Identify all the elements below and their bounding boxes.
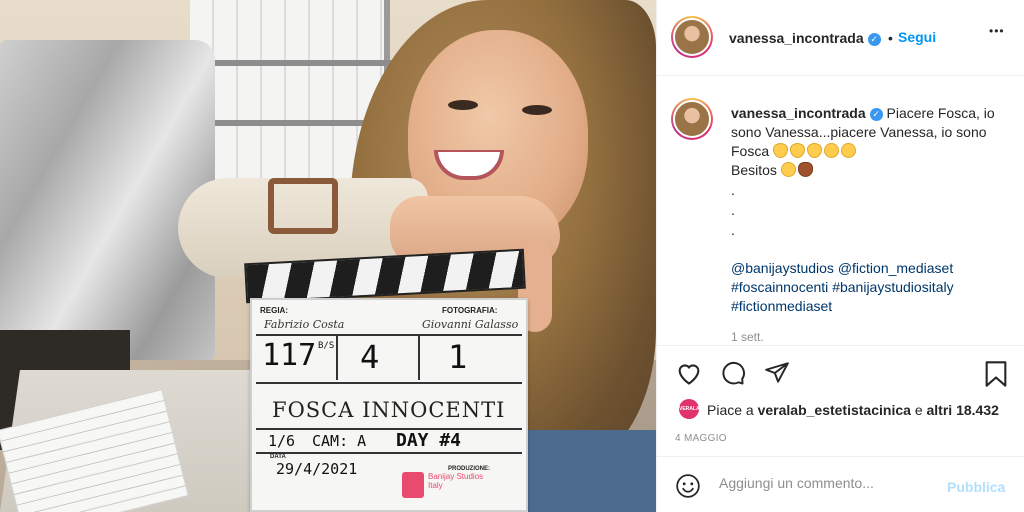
caption-avatar[interactable] — [671, 98, 713, 140]
comment-bar: Pubblica — [657, 456, 1024, 512]
author-username[interactable]: vanessa_incontrada ✓ — [729, 30, 881, 46]
liker-avatar[interactable]: VERALAB — [679, 399, 703, 419]
clap-photographer: Giovanni Galasso — [422, 318, 519, 331]
clap-divider — [336, 336, 338, 380]
clap-cam: CAM: A — [312, 432, 367, 450]
caption-dot: . — [731, 182, 735, 198]
caption-time[interactable]: 1 sett. — [731, 330, 764, 344]
yellow-heart-emoji — [773, 143, 789, 158]
liker-username[interactable]: veralab_estetistacinica — [758, 402, 911, 418]
publish-button[interactable]: Pubblica — [947, 479, 1005, 495]
banijay-logo — [402, 472, 424, 498]
likes-summary: Piace a veralab_estetistacinica e altri … — [707, 402, 999, 418]
clap-divider — [418, 336, 420, 380]
jeans — [520, 430, 656, 512]
clapperboard: REGIA: FOTOGRAFIA: Fabrizio Costa Giovan… — [250, 298, 528, 512]
sleeve-strap — [268, 178, 338, 234]
header-separator: • — [888, 30, 893, 46]
clap-regia-label: REGIA: — [260, 306, 288, 315]
caption-line2-row: Besitos — [731, 161, 1011, 180]
clap-divider — [256, 334, 522, 336]
verified-icon: ✓ — [869, 107, 883, 121]
eye — [448, 100, 478, 110]
likes-middle: e — [914, 402, 923, 418]
smiling-emoji — [780, 162, 796, 177]
yellow-heart-emoji — [807, 143, 823, 158]
clap-scene: 117 — [262, 338, 317, 373]
covered-equipment — [0, 40, 215, 360]
clap-divider — [256, 382, 522, 384]
post-photo[interactable]: REGIA: FOTOGRAFIA: Fabrizio Costa Giovan… — [0, 0, 656, 512]
butterfly-emoji — [797, 162, 813, 177]
heart-icon[interactable] — [675, 360, 703, 391]
eye — [522, 105, 552, 115]
caption-dot: . — [731, 222, 735, 238]
clap-day: DAY #4 — [396, 430, 462, 451]
clap-fotografia-label: FOTOGRAFIA: — [442, 306, 498, 315]
clap-take: 1 — [448, 338, 468, 376]
verified-icon: ✓ — [867, 32, 881, 46]
post-caption: vanessa_incontrada ✓ Piacere Fosca, io so… — [731, 104, 1011, 316]
follow-button[interactable]: Segui — [898, 29, 936, 45]
post-date[interactable]: 4 MAGGIO — [675, 433, 727, 444]
caption-text: vanessa_incontrada ✓ Piacere Fosca, io so… — [731, 104, 1011, 161]
post-header: vanessa_incontrada ✓ • Segui ••• — [657, 0, 1024, 76]
hashtag-link[interactable]: #fictionmediaset — [731, 298, 832, 314]
caption-tags: @banijaystudios @fiction_mediaset #fosca… — [731, 259, 1011, 316]
caption-dot: . — [731, 202, 735, 218]
hashtag-link[interactable]: #foscainnocenti — [731, 279, 828, 295]
likes-count[interactable]: altri 18.432 — [927, 402, 999, 418]
hashtag-link[interactable]: #banijaystudiositaly — [832, 279, 953, 295]
comment-input[interactable] — [719, 475, 939, 491]
clap-director: Fabrizio Costa — [264, 318, 345, 331]
mention-link[interactable]: @fiction_mediaset — [838, 260, 953, 276]
bookmark-icon[interactable] — [983, 360, 1009, 393]
comment-icon[interactable] — [719, 360, 747, 391]
post-actions: VERALAB Piace a veralab_estetistacinica … — [657, 345, 1024, 455]
clap-title: FOSCA INNOCENTI — [272, 398, 506, 422]
clap-shot: 4 — [360, 338, 380, 376]
clap-producer: Banijay Studios Italy — [428, 472, 484, 490]
clap-episode: 1/6 — [268, 432, 296, 450]
clap-scene-suffix: B/S — [318, 341, 335, 351]
clap-divider — [256, 452, 522, 454]
caption-line2: Besitos — [731, 162, 777, 178]
shelf-bar — [190, 60, 396, 66]
yellow-heart-emoji — [790, 143, 806, 158]
clap-divider — [256, 428, 522, 430]
mention-link[interactable]: @banijaystudios — [731, 260, 834, 276]
caption-username[interactable]: vanessa_incontrada — [731, 105, 866, 121]
post-sidebar: vanessa_incontrada ✓ • Segui ••• vanessa_… — [656, 0, 1024, 512]
clap-date: 29/4/2021 — [276, 460, 358, 478]
more-options-icon[interactable]: ••• — [989, 24, 1005, 38]
likes-prefix: Piace a — [707, 402, 754, 418]
author-avatar[interactable] — [671, 16, 713, 58]
share-icon[interactable] — [763, 360, 791, 391]
winking-tongue-emoji — [824, 143, 840, 158]
smiling-emoji — [841, 143, 857, 158]
emoji-icon[interactable] — [675, 473, 701, 504]
